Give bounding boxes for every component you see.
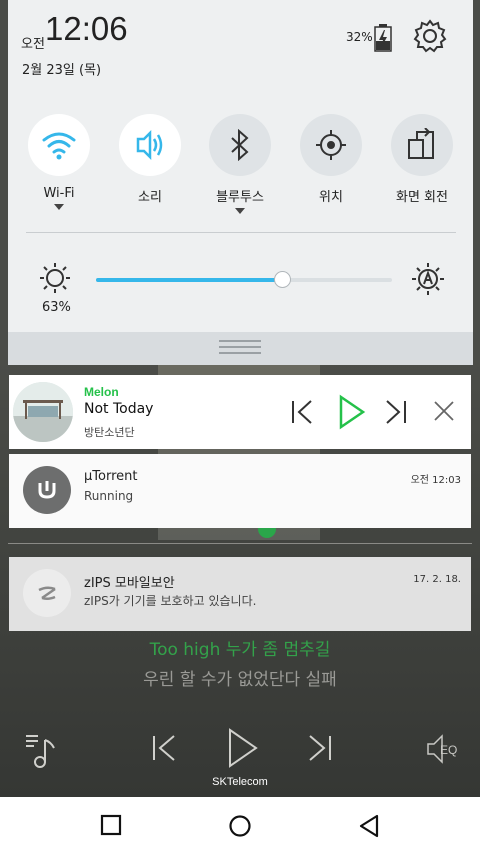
recent-apps-icon[interactable] [100,814,122,840]
tile-wifi[interactable]: Wi-Fi [19,114,99,210]
location-icon [316,130,346,160]
clock-time: 12:06 [45,10,128,47]
wifi-icon [42,132,76,160]
tile-sound-label: 소리 [138,190,162,205]
battery-icon [374,24,392,56]
drag-handle-line[interactable] [219,346,261,348]
next-icon[interactable] [304,732,334,768]
brightness-slider[interactable] [96,271,392,288]
notification-title: zIPS 모바일보안 [84,576,175,591]
melon-logo: Melon [84,385,119,399]
song-artist: 방탄소년단 [84,426,135,439]
notification-time: 오전 12:03 [410,475,461,486]
equalizer-icon[interactable]: EQ [424,732,464,770]
sound-icon [136,129,163,161]
brightness-slider-thumb[interactable] [274,271,292,288]
tile-wifi-button[interactable] [28,114,90,176]
zips-notification[interactable]: zIPS 모바일보안 zIPS가 기기를 보호하고 있습니다. 17. 2. 1… [9,557,471,631]
battery-percent: 32% [346,30,373,44]
play-icon[interactable] [226,728,260,772]
clock-ampm: 오전 [21,37,45,52]
back-icon[interactable] [357,814,381,842]
brightness-slider-fill [96,278,283,282]
utorrent-icon [23,466,71,514]
lyric-next: 우린 할 수가 없었단다 실패 [143,670,337,690]
brightness-percent: 63% [42,300,71,315]
navigation-bar [0,797,480,853]
equalizer-label: EQ [440,743,458,757]
tile-location-label: 위치 [319,190,343,205]
panel-handle-area[interactable] [8,332,473,365]
rotate-icon [408,128,434,159]
bluetooth-icon [231,129,249,161]
song-title: Not Today [84,401,154,417]
auto-brightness-icon[interactable] [411,262,445,300]
melon-notification[interactable]: Melon Not Today 방탄소년단 [9,375,471,449]
notification-text: zIPS가 기기를 보호하고 있습니다. [84,594,257,608]
tile-bluetooth[interactable]: 블루투스 [200,114,280,214]
lyric-current: Too high 누가 좀 멈추길 [149,640,331,660]
drag-handle-line[interactable] [219,340,261,342]
utorrent-notification[interactable]: µTorrent Running 오전 12:03 [9,454,471,528]
settings-gear-icon[interactable] [412,18,448,58]
play-icon[interactable] [337,393,367,435]
previous-track-icon[interactable] [289,395,315,433]
quick-settings-panel: 오전 12:06 2월 23일 (목) 32% Wi-Fi 소리 블루투스 위치 [8,0,473,365]
album-art [13,382,73,442]
tile-wifi-label: Wi-Fi [43,186,75,201]
notification-text: Running [84,489,134,503]
divider [26,232,456,233]
tile-location-button[interactable] [300,114,362,176]
tile-bluetooth-button[interactable] [209,114,271,176]
carrier-label: SKTelecom [212,776,268,788]
date-label: 2월 23일 (목) [22,63,102,78]
prev-icon[interactable] [150,732,180,768]
tile-rotate-label: 화면 회전 [396,190,448,205]
home-icon[interactable] [228,814,252,842]
chevron-down-icon[interactable] [54,204,64,210]
brightness-icon [39,262,71,298]
tile-rotate-button[interactable] [391,114,453,176]
chevron-down-icon[interactable] [235,208,245,214]
tile-sound-button[interactable] [119,114,181,176]
notification-title: µTorrent [84,469,138,484]
progress-line[interactable] [8,543,472,544]
drag-handle-line[interactable] [219,352,261,354]
tile-sound[interactable]: 소리 [110,114,190,205]
notification-time: 17. 2. 18. [413,574,461,585]
next-track-icon[interactable] [383,395,409,433]
zips-shield-icon [23,569,71,617]
tile-bluetooth-label: 블루투스 [216,190,264,205]
close-icon[interactable] [431,395,457,433]
playlist-icon[interactable] [24,732,60,772]
tile-rotate[interactable]: 화면 회전 [382,114,462,205]
tile-location[interactable]: 위치 [291,114,371,205]
